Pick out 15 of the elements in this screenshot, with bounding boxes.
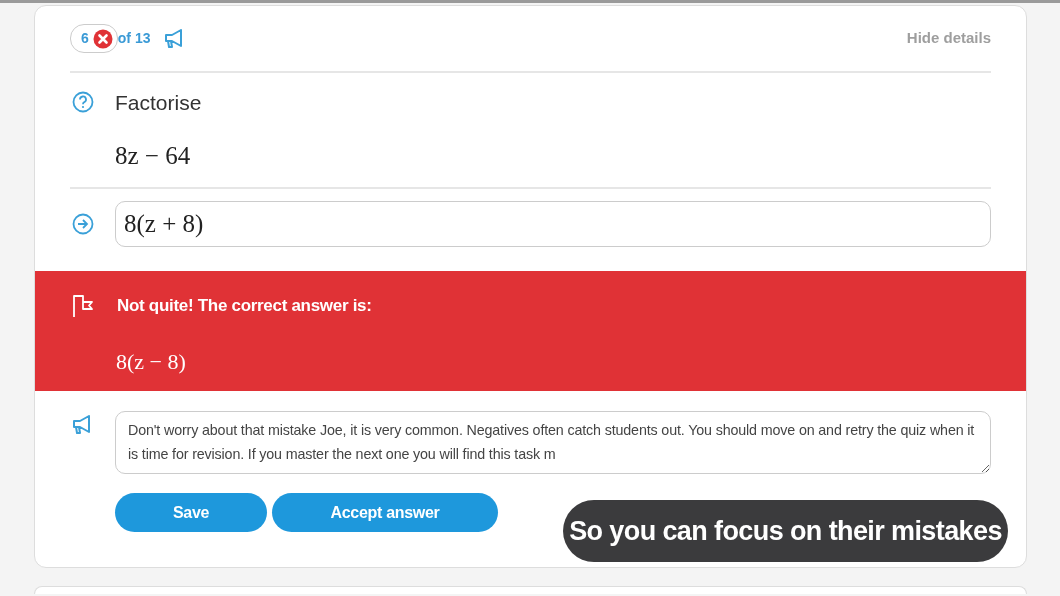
action-button[interactable]: Save bbox=[115, 493, 267, 532]
action-button[interactable]: Accept answer bbox=[272, 493, 498, 532]
progress-current: 6 bbox=[81, 29, 89, 48]
question-expression: 8z − 64 bbox=[115, 141, 191, 171]
help-icon bbox=[71, 91, 94, 113]
feedback-message: Not quite! The correct answer is: bbox=[117, 295, 372, 317]
flag-icon bbox=[71, 293, 94, 318]
hide-details-link[interactable]: Hide details bbox=[906, 27, 991, 50]
correct-answer: 8(z − 8) bbox=[116, 347, 186, 376]
question-title: Factorise bbox=[115, 91, 202, 115]
comment-field[interactable]: Don't worry about that mistake Joe, it is very common. Negatives often catch students out. You should move on and retry the quiz when it is time for revision. If you master the next one you will find this task m bbox=[115, 411, 991, 474]
arrow-circle-icon bbox=[71, 213, 94, 235]
progress-total: of 13 bbox=[117, 29, 151, 48]
answer-field[interactable]: 8(z + 8) bbox=[115, 201, 991, 247]
video-caption: So you can focus on their mistakes bbox=[563, 500, 1008, 562]
